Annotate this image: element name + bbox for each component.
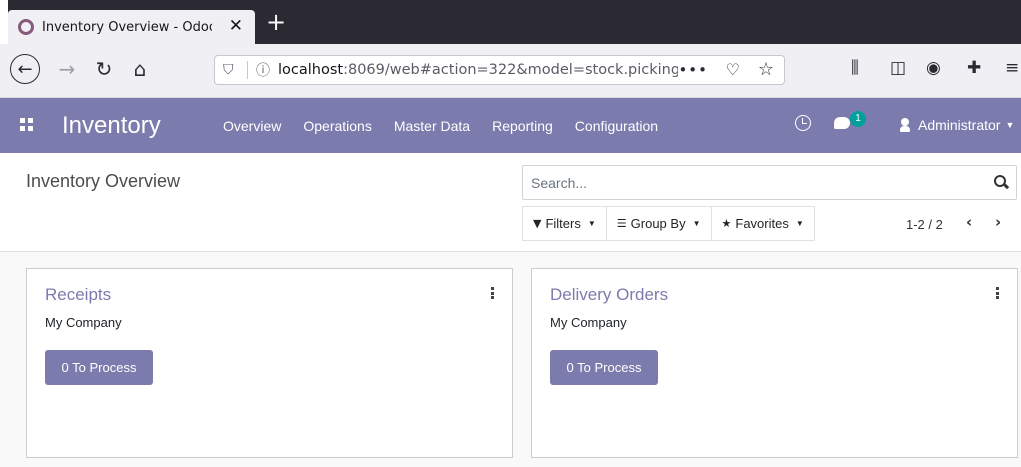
library-icon[interactable]: ⫼ xyxy=(851,58,859,78)
chevron-down-icon: ▼ xyxy=(587,219,596,228)
kanban-view: Receipts My Company 0 To Process Deliver… xyxy=(0,252,1021,467)
control-panel: Inventory Overview ▼ Filters ▼ ☰ Group B… xyxy=(0,153,1021,252)
kanban-card-delivery-orders: Delivery Orders My Company 0 To Process xyxy=(531,268,1018,458)
filter-funnel-icon: ▼ xyxy=(533,217,542,230)
menu-operations[interactable]: Operations xyxy=(303,118,371,134)
card-dropdown-icon[interactable] xyxy=(491,287,494,299)
to-process-button[interactable]: 0 To Process xyxy=(550,350,658,385)
card-title[interactable]: Delivery Orders xyxy=(550,285,668,305)
url-bar[interactable]: ⛉ ⓘ localhost:8069/web#action=322&model=… xyxy=(214,55,785,85)
new-tab-icon[interactable]: + xyxy=(266,10,286,34)
forward-icon[interactable]: → xyxy=(52,54,82,84)
messages-count-badge: 1 xyxy=(850,111,866,127)
user-name: Administrator xyxy=(918,117,1001,133)
menu-reporting[interactable]: Reporting xyxy=(492,118,553,134)
activities-clock-icon[interactable] xyxy=(795,115,811,131)
browser-navbar: ← → ↻ ⌂ ⛉ ⓘ localhost:8069/web#action=32… xyxy=(0,44,1021,98)
browser-tab-strip: Inventory Overview - Odoo ✕ + xyxy=(0,0,1021,44)
search-box xyxy=(522,165,1017,200)
url-host: localhost xyxy=(278,62,344,78)
menu-overview[interactable]: Overview xyxy=(223,118,281,134)
bookmark-star-icon[interactable]: ☆ xyxy=(758,59,774,80)
user-icon xyxy=(900,118,910,132)
tab-close-icon[interactable]: ✕ xyxy=(229,16,243,36)
menu-hamburger-icon[interactable]: ≡ xyxy=(1005,58,1019,78)
pager-previous-icon[interactable]: ‹ xyxy=(966,213,972,231)
window-edge xyxy=(0,0,8,44)
menu-master-data[interactable]: Master Data xyxy=(394,118,470,134)
sidebar-icon[interactable]: ◫ xyxy=(890,58,906,78)
odoo-favicon-icon xyxy=(18,19,34,35)
favorites-button[interactable]: ★ Favorites ▼ xyxy=(710,206,815,241)
top-menu: Overview Operations Master Data Reportin… xyxy=(223,118,658,134)
kanban-card-receipts: Receipts My Company 0 To Process xyxy=(26,268,513,458)
search-input[interactable] xyxy=(531,166,971,199)
app-brand[interactable]: Inventory xyxy=(62,112,161,140)
card-company: My Company xyxy=(550,315,627,330)
search-icon[interactable] xyxy=(994,175,1008,189)
site-info-icon[interactable]: ⓘ xyxy=(256,60,270,80)
chevron-down-icon: ▼ xyxy=(692,219,701,228)
tab-title: Inventory Overview - Odoo xyxy=(42,19,212,35)
pager-next-icon[interactable]: › xyxy=(995,213,1001,231)
url-text[interactable]: localhost:8069/web#action=322&model=stoc… xyxy=(278,62,678,78)
tracking-shield-icon[interactable]: ⛉ xyxy=(223,62,239,78)
star-icon: ★ xyxy=(721,217,732,230)
group-by-button[interactable]: ☰ Group By ▼ xyxy=(605,206,712,241)
filters-button[interactable]: ▼ Filters ▼ xyxy=(522,206,607,241)
chevron-down-icon: ▼ xyxy=(1005,120,1015,130)
bars-icon: ☰ xyxy=(616,217,627,230)
menu-configuration[interactable]: Configuration xyxy=(575,118,658,134)
url-separator xyxy=(247,61,248,79)
home-icon[interactable]: ⌂ xyxy=(125,54,155,84)
extensions-gift-icon[interactable]: ✚ xyxy=(967,58,981,78)
search-options: ▼ Filters ▼ ☰ Group By ▼ ★ Favorites ▼ xyxy=(522,206,815,241)
card-title[interactable]: Receipts xyxy=(45,285,111,305)
account-icon[interactable]: ◉ xyxy=(926,58,941,78)
back-icon[interactable]: ← xyxy=(10,54,40,84)
apps-menu-icon[interactable] xyxy=(20,118,33,131)
chevron-down-icon: ▼ xyxy=(795,219,804,228)
pager-value[interactable]: 1-2 / 2 xyxy=(906,217,943,232)
browser-tab[interactable]: Inventory Overview - Odoo ✕ xyxy=(8,10,255,44)
page-title: Inventory Overview xyxy=(26,171,181,191)
reload-icon[interactable]: ↻ xyxy=(89,54,119,84)
to-process-button[interactable]: 0 To Process xyxy=(45,350,153,385)
page-actions-icon[interactable]: ••• xyxy=(678,61,708,79)
card-company: My Company xyxy=(45,315,122,330)
favorites-label: Favorites xyxy=(735,216,789,231)
user-menu[interactable]: Administrator ▼ xyxy=(900,117,1014,133)
filters-label: Filters xyxy=(545,216,581,231)
group-by-label: Group By xyxy=(630,216,686,231)
messaging-chat-icon[interactable] xyxy=(834,117,850,129)
card-dropdown-icon[interactable] xyxy=(996,287,999,299)
url-path: :8069/web#action=322&model=stock.picking… xyxy=(343,62,678,78)
odoo-main-navbar: Inventory Overview Operations Master Dat… xyxy=(0,98,1021,153)
pocket-icon[interactable]: ♡ xyxy=(726,60,740,79)
